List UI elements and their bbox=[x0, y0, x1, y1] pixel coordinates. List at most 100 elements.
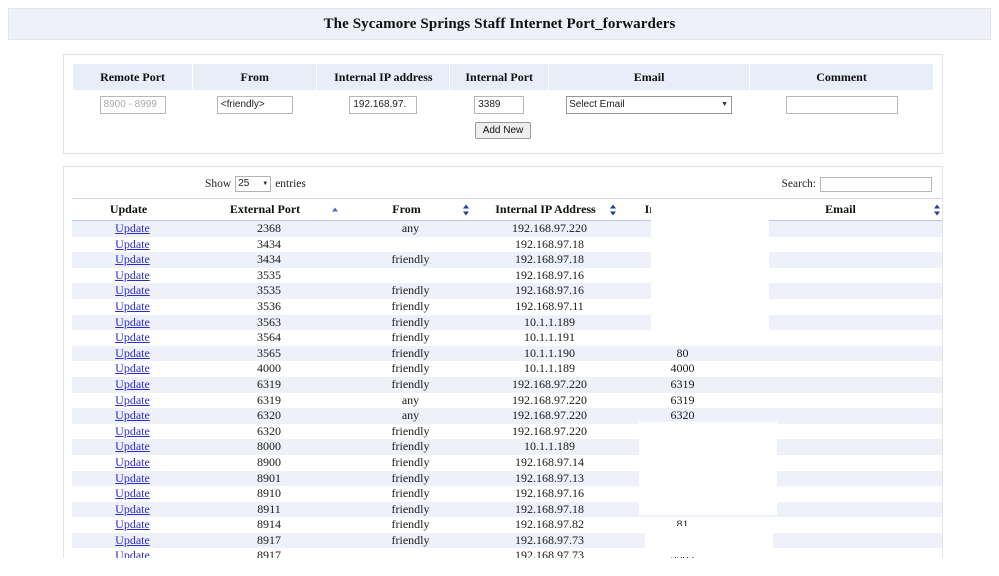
update-link[interactable]: Update bbox=[115, 439, 150, 453]
col-header-external-port[interactable]: External Port bbox=[193, 198, 345, 222]
cell-internal-ip: 192.168.97.16 bbox=[476, 283, 623, 299]
internal-port-input[interactable]: 3389 bbox=[474, 96, 525, 115]
col-label-external-port: External Port bbox=[229, 202, 301, 217]
update-link[interactable]: Update bbox=[115, 393, 150, 407]
cell-update-link: Update bbox=[72, 236, 193, 253]
page-title: The Sycamore Springs Staff Internet Port… bbox=[323, 15, 676, 32]
update-link[interactable]: Update bbox=[115, 486, 150, 500]
search-label: Search: bbox=[781, 178, 816, 191]
table-row: Update8910friendly192.168.97.165900Felic… bbox=[72, 486, 942, 502]
form-col-internal-port: Internal Port bbox=[449, 63, 550, 91]
internal-ip-input[interactable]: 192.168.97. bbox=[349, 96, 418, 115]
col-header-internal-ip[interactable]: Internal IP Address bbox=[476, 198, 623, 222]
cell-internal-ip: 192.168.97.18 bbox=[476, 236, 623, 253]
add-form-button-row: Add New bbox=[73, 116, 934, 141]
cell-internal-ip: 192.168.97.220 bbox=[476, 408, 623, 424]
cell-external-port: 6320 bbox=[193, 423, 345, 440]
update-link[interactable]: Update bbox=[115, 377, 150, 391]
cell-from: friendly bbox=[345, 501, 476, 518]
cell-external-port: 6319 bbox=[193, 392, 345, 409]
add-new-button[interactable]: Add New bbox=[474, 122, 532, 140]
cell-email bbox=[742, 330, 942, 346]
cell-from: <friendly> bbox=[193, 91, 317, 117]
update-link[interactable]: Update bbox=[115, 283, 150, 297]
cell-update-link: Update bbox=[72, 454, 193, 471]
cell-update-link: Update bbox=[72, 517, 193, 533]
col-header-from[interactable]: From bbox=[345, 198, 476, 222]
cell-email bbox=[742, 392, 942, 409]
update-link[interactable]: Update bbox=[115, 221, 150, 235]
update-link[interactable]: Update bbox=[115, 346, 150, 360]
update-link[interactable]: Update bbox=[115, 330, 150, 344]
cell-external-port: 3536 bbox=[193, 298, 345, 315]
cell-external-port: 3564 bbox=[193, 330, 345, 346]
table-row: Update8000friendly10.1.1.1898000Telephon… bbox=[72, 439, 942, 455]
data-table-panel: Show 25 ▼ entries Search: Update Externa… bbox=[63, 166, 943, 559]
cell-from: friendly bbox=[345, 283, 476, 299]
update-link[interactable]: Update bbox=[115, 455, 150, 469]
page-length-select[interactable]: 25 ▼ bbox=[235, 176, 272, 193]
update-link[interactable]: Update bbox=[115, 237, 150, 251]
email-select[interactable]: Select Email ▼ bbox=[566, 96, 733, 115]
table-row: Update8911friendly192.168.97.185900Seren… bbox=[72, 501, 942, 518]
cell-update-link: Update bbox=[72, 532, 193, 549]
update-link[interactable]: Update bbox=[115, 361, 150, 375]
col-header-email[interactable]: Email bbox=[742, 198, 942, 222]
update-link[interactable]: Update bbox=[115, 502, 150, 516]
update-link[interactable]: Update bbox=[115, 299, 150, 313]
entries-label: entries bbox=[275, 178, 306, 191]
cell-from: friendly bbox=[345, 330, 476, 346]
cell-from: friendly bbox=[345, 486, 476, 502]
cell-external-port: 8917 bbox=[193, 532, 345, 549]
cell-external-port: 8914 bbox=[193, 517, 345, 533]
update-link[interactable]: Update bbox=[115, 315, 150, 329]
page-length-control: Show 25 ▼ entries bbox=[205, 176, 306, 193]
cell-internal-ip: 10.1.1.190 bbox=[476, 345, 623, 362]
update-link[interactable]: Update bbox=[115, 424, 150, 438]
page-title-bar: The Sycamore Springs Staff Internet Port… bbox=[8, 8, 991, 40]
table-row: Update8917friendly192.168.97.733389Test … bbox=[72, 532, 942, 549]
table-row: Update4000friendly10.1.1.1894000Telephon… bbox=[72, 361, 942, 377]
cell-email bbox=[742, 252, 942, 268]
update-link[interactable]: Update bbox=[115, 548, 150, 558]
table-row: Update3434192.168.97.183389Mel Remote bbox=[72, 236, 942, 253]
add-entry-panel: Remote Port From Internal IP address Int… bbox=[63, 54, 943, 155]
update-link[interactable]: Update bbox=[115, 252, 150, 266]
cell-from: friendly bbox=[345, 345, 476, 362]
cell-from: friendly bbox=[345, 454, 476, 471]
update-link[interactable]: Update bbox=[115, 517, 150, 531]
update-link[interactable]: Update bbox=[115, 471, 150, 485]
comment-input[interactable] bbox=[785, 96, 898, 115]
add-form-input-row: 8900 - 8999 <friendly> 192.168.97. 3389 … bbox=[73, 91, 934, 117]
page-length-value: 25 bbox=[238, 178, 250, 190]
remote-port-input[interactable]: 8900 - 8999 bbox=[99, 96, 166, 115]
search-control: Search: bbox=[781, 176, 932, 192]
sort-both-icon bbox=[462, 204, 470, 216]
cell-update-link: Update bbox=[72, 330, 193, 346]
table-row: Update6320any192.168.97.2206320Open Tabl… bbox=[72, 408, 942, 424]
table-row: Update2368any192.168.97.2202368Open Tabl… bbox=[72, 220, 942, 237]
search-input[interactable] bbox=[820, 176, 932, 192]
cell-internal-ip: 192.168.97.82 bbox=[476, 517, 623, 533]
cell-external-port: 8910 bbox=[193, 486, 345, 502]
cell-internal-port: 80 bbox=[623, 345, 742, 362]
col-label-from: From bbox=[392, 202, 421, 217]
cell-email bbox=[742, 298, 942, 315]
cell-external-port: 8900 bbox=[193, 454, 345, 471]
table-row: Update6320friendly192.168.97.2206320need… bbox=[72, 423, 942, 440]
col-header-update[interactable]: Update bbox=[72, 198, 193, 222]
update-link[interactable]: Update bbox=[115, 408, 150, 422]
cell-update-link: Update bbox=[72, 423, 193, 440]
cell-internal-ip: 192.168.97.13 bbox=[476, 470, 623, 487]
cell-email bbox=[742, 220, 942, 237]
update-link[interactable]: Update bbox=[115, 268, 150, 282]
cell-internal-port: 3389 bbox=[450, 91, 549, 117]
cell-from: friendly bbox=[345, 423, 476, 440]
cell-internal-ip: 192.168.97.18 bbox=[476, 252, 623, 268]
cell-remote-port: 8900 - 8999 bbox=[73, 91, 193, 117]
table-row: Update8900friendly192.168.97.143389Virtu… bbox=[72, 454, 942, 471]
col-label-email: Email bbox=[825, 202, 856, 217]
update-link[interactable]: Update bbox=[115, 533, 150, 547]
from-input[interactable]: <friendly> bbox=[216, 96, 293, 115]
sort-both-icon bbox=[933, 204, 941, 216]
